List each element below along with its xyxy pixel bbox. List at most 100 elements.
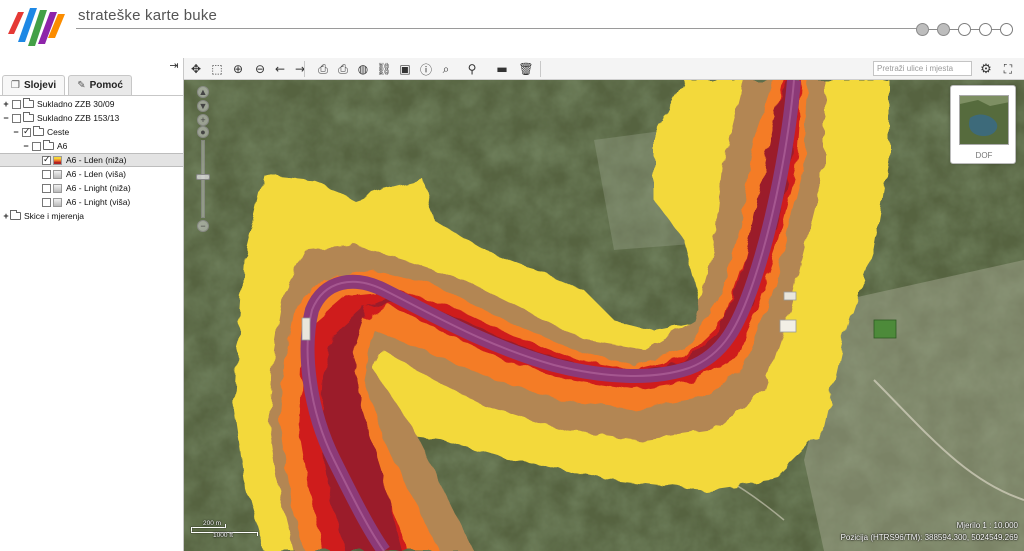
delete-icon[interactable]: 🗑	[518, 60, 534, 78]
layer-tree-label: A6	[57, 141, 68, 151]
layer-checkbox[interactable]	[12, 99, 21, 109]
tab-layers-label: Slojevi	[23, 80, 57, 91]
layer-checkbox[interactable]	[22, 126, 31, 137]
scale-label-metric: 200 m	[203, 520, 222, 527]
layer-checkbox[interactable]	[42, 169, 51, 179]
zoom-plus-icon[interactable]: +	[197, 114, 209, 126]
link-icon[interactable]: ⛓	[376, 60, 392, 78]
tab-help-label: Pomoć	[89, 80, 123, 91]
base-layer-switcher[interactable]: DOF	[950, 85, 1016, 164]
scale-tick	[257, 532, 258, 536]
app-header: strateške karte buke	[0, 0, 1024, 58]
tab-layers[interactable]: ❐ Slojevi	[2, 75, 66, 95]
logo-stripe-1	[8, 12, 24, 34]
layers-icon: ❐	[11, 80, 20, 91]
measure-icon[interactable]: ▬	[490, 60, 514, 78]
folder-icon	[23, 98, 34, 108]
layer-checkbox[interactable]	[42, 183, 51, 193]
app-title: strateške karte buke	[78, 7, 218, 24]
step-connector	[950, 28, 958, 30]
search-input[interactable]	[873, 61, 972, 76]
map-readout: Mjerilo 1 : 10.000 Pozicija (HTRS96/TM):…	[841, 520, 1018, 544]
pan-icon[interactable]: ✥	[188, 60, 204, 78]
map-canvas	[184, 80, 1024, 551]
step-dot[interactable]	[958, 22, 971, 36]
step-connector	[992, 28, 1000, 30]
base-layer-thumbnail-image	[960, 96, 1008, 144]
step-indicator	[916, 21, 1013, 37]
forward-arrow-icon[interactable]: →	[292, 60, 308, 78]
step-connector	[929, 28, 937, 30]
expand-toggle-icon[interactable]: −	[22, 141, 30, 151]
layer-checkbox[interactable]	[12, 113, 21, 123]
layer-checkbox[interactable]	[42, 154, 51, 165]
tab-help[interactable]: ✎ Pomoć	[68, 75, 132, 95]
gear-icon[interactable]: ⚙	[978, 60, 994, 78]
print-icon[interactable]: ⎙	[315, 60, 331, 78]
identify-box-icon[interactable]: ▣	[397, 60, 413, 78]
layer-tree-item[interactable]: + Sukladno ZZB 30/09	[0, 97, 183, 111]
layer-checkbox[interactable]	[42, 197, 51, 207]
building	[783, 291, 797, 301]
expand-toggle-icon[interactable]: +	[2, 211, 10, 221]
layer-tree-label: Sukladno ZZB 153/13	[37, 113, 120, 123]
fullscreen-icon[interactable]: ⛶	[1000, 60, 1016, 78]
info-icon[interactable]: ⓘ	[418, 60, 434, 78]
zoom-box-icon[interactable]: ⬚	[209, 60, 225, 78]
expand-toggle-icon[interactable]: −	[12, 127, 20, 137]
layer-legend-icon	[53, 169, 62, 179]
expand-toggle-icon[interactable]: +	[2, 99, 10, 109]
sports-field	[873, 319, 897, 339]
globe-icon[interactable]: ◍	[355, 60, 371, 78]
pan-up-icon[interactable]: ▲	[197, 86, 209, 98]
folder-icon	[10, 210, 21, 220]
print-coordinates-icon[interactable]: ⎙	[335, 60, 351, 78]
layer-tree-label: Sukladno ZZB 30/09	[37, 99, 115, 109]
search-icon[interactable]: ⌕	[438, 60, 454, 78]
zoom-slider-handle[interactable]	[196, 174, 210, 180]
folder-icon	[33, 126, 44, 136]
panel-tabs: ❐ Slojevi ✎ Pomoć	[2, 75, 182, 95]
layer-tree-item[interactable]: A6 - Lden (niža)	[0, 153, 183, 167]
toolbar-separator	[540, 61, 541, 77]
layer-tree-item[interactable]: A6 - Lnight (viša)	[0, 195, 183, 209]
step-connector	[971, 28, 979, 30]
layer-tree-item[interactable]: − Ceste	[0, 125, 183, 139]
layer-tree: + Sukladno ZZB 30/09− Sukladno ZZB 153/13−…	[0, 97, 183, 223]
zoom-minus-icon[interactable]: −	[197, 220, 209, 232]
zoom-in-icon[interactable]: ⊕	[230, 60, 246, 78]
position-text: Pozicija (HTRS96/TM): 388594.300, 502454…	[840, 533, 1018, 542]
base-layer-thumbnail[interactable]	[959, 95, 1009, 145]
pan-down-icon[interactable]: ▼	[197, 100, 209, 112]
layer-tree-label: Skice i mjerenja	[24, 211, 84, 221]
base-layer-label: DOF	[975, 151, 993, 160]
step-dot[interactable]	[937, 22, 950, 36]
layer-tree-item[interactable]: + Skice i mjerenja	[0, 209, 183, 223]
building	[301, 317, 311, 341]
zoom-out-icon[interactable]: ⊖	[252, 60, 268, 78]
step-dot[interactable]	[916, 22, 929, 36]
folder-icon	[43, 140, 54, 150]
header-divider	[76, 28, 918, 29]
zoom-control: ▲ ▼ + ● −	[192, 86, 214, 236]
map-view[interactable]: ▲ ▼ + ● − DOF 200 m 1000 ft Mjerilo 1: …	[184, 80, 1024, 551]
back-arrow-icon[interactable]: ←	[272, 60, 288, 78]
app-window: strateške karte buke ⇥ ❐ Slojevi ✎ Pomoć…	[0, 0, 1024, 551]
expand-toggle-icon[interactable]: −	[2, 113, 10, 123]
step-dot[interactable]	[1000, 22, 1013, 36]
layer-tree-item[interactable]: − A6	[0, 139, 183, 153]
layer-tree-item[interactable]: − Sukladno ZZB 153/13	[0, 111, 183, 125]
step-dot[interactable]	[979, 22, 992, 36]
scale-text: Mjerilo 1 : 10.000	[956, 521, 1018, 530]
layer-tree-item[interactable]: A6 - Lden (viša)	[0, 167, 183, 181]
panel-collapse-icon[interactable]: ⇥	[167, 60, 181, 72]
location-pin-icon[interactable]: ⚲	[461, 60, 483, 78]
map-toolbar: ✥⬚⊕⊖←→⎙⎙◍⛓▣ⓘ⌕⚲▬🗑 ⚙ ⛶	[184, 58, 1024, 80]
layer-tree-label: A6 - Lnight (niža)	[66, 183, 131, 193]
layer-checkbox[interactable]	[32, 141, 41, 151]
zoom-home-icon[interactable]: ●	[197, 126, 209, 138]
layer-tree-label: Ceste	[47, 127, 70, 137]
building	[779, 319, 797, 333]
layer-tree-item[interactable]: A6 - Lnight (niža)	[0, 181, 183, 195]
toolbar-separator	[304, 61, 305, 77]
